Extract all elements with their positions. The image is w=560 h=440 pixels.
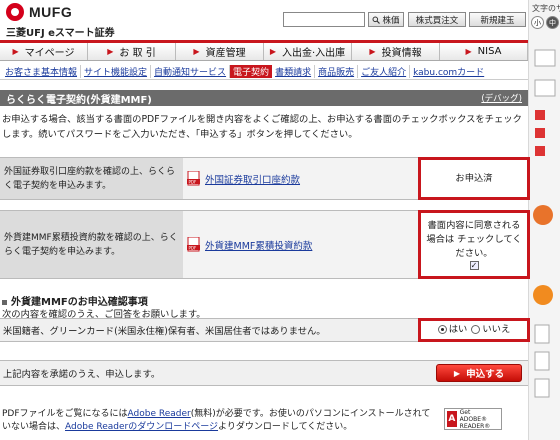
page-title: らくらく電子契約(外貨建MMF) xyxy=(6,94,152,106)
foreign-securities-agreement-link[interactable]: 外国証券取引口座約款 xyxy=(205,172,300,186)
nav-arrow-icon: ▶ xyxy=(269,47,276,56)
svg-text:PDF: PDF xyxy=(189,245,197,250)
nav-label: マイページ xyxy=(24,48,75,59)
svg-text:PDF: PDF xyxy=(189,179,197,184)
apply-button-label: 申込する xyxy=(466,369,505,380)
note-text: PDFファイルをご覧になるには xyxy=(2,409,128,419)
nav-label: 資産管理 xyxy=(205,48,246,59)
debug-link[interactable]: (デバッグ) xyxy=(481,92,522,104)
apply-text: 上記内容を承諾のうえ、申込します。 xyxy=(3,369,161,380)
subnav-referral[interactable]: ご友人紹介 xyxy=(358,64,411,78)
applied-status: お申込済 xyxy=(418,157,530,200)
adobe-reader-link[interactable]: Adobe Reader xyxy=(128,409,191,419)
nav-arrow-icon: ▶ xyxy=(107,47,114,56)
subnav-site-settings[interactable]: サイト機能設定 xyxy=(81,64,152,78)
nav-arrow-icon: ▶ xyxy=(465,47,472,56)
document-link-cell: PDF 外国証券取引口座約款 xyxy=(183,158,416,199)
radio-yes-circle xyxy=(437,325,447,334)
mufg-logo-icon xyxy=(6,3,24,21)
search-button-label: 株価 xyxy=(382,15,400,26)
mufg-logo[interactable]: MUFG xyxy=(6,3,72,21)
subnav-auto-notify[interactable]: 自動通知サービス xyxy=(151,64,231,78)
get-adobe-reader-badge[interactable]: A Get ADOBE® READER® xyxy=(444,408,502,430)
nav-nisa[interactable]: ▶ NISA xyxy=(440,43,528,60)
adobe-icon: A xyxy=(447,411,457,427)
brand-name: MUFG xyxy=(29,4,73,20)
nav-label: 投資情報 xyxy=(381,48,422,59)
sub-nav: お客さま基本情報 サイト機能設定 自動通知サービス 電子契約 書類請求 商品販売… xyxy=(0,63,528,80)
nav-arrow-icon: ▶ xyxy=(193,47,200,56)
nav-trade[interactable]: ▶ お 取 引 xyxy=(88,43,176,60)
right-side-panel: 文字のサ 小 中 xyxy=(528,0,560,440)
us-person-radio-group: はい いいえ xyxy=(418,318,530,342)
sub-brand: 三菱UFJ eスマート証券 xyxy=(6,28,115,39)
subnav-kabu-card[interactable]: kabu.comカード xyxy=(410,65,487,78)
header: MUFG 三菱UFJ eスマート証券 株価 株式買注文 新規建玉 xyxy=(0,0,528,40)
nav-label: 入出金·入出庫 xyxy=(281,48,346,59)
stock-search-input[interactable] xyxy=(283,12,365,27)
side-panel-icons xyxy=(533,49,556,398)
adobe-download-link[interactable]: Adobe Readerのダウンロードページ xyxy=(65,422,218,432)
consent-instruction: 書面内容に同意される場合は チェックしてください。 xyxy=(426,220,522,259)
us-person-question: 米国籍者、グリーンカード(米国永住権)保有者、米国居住者ではありません。 xyxy=(3,326,326,337)
arrow-right-icon: ▶ xyxy=(453,368,461,378)
radio-no[interactable]: いいえ xyxy=(471,323,510,337)
font-size-small[interactable]: 小 xyxy=(531,16,544,29)
radio-yes[interactable]: はい xyxy=(437,323,468,337)
nav-label: お 取 引 xyxy=(119,48,156,59)
nav-arrow-icon: ▶ xyxy=(12,47,19,56)
new-position-button[interactable]: 新規建玉 xyxy=(469,12,526,27)
bullet-icon xyxy=(2,299,7,305)
subnav-e-contract[interactable]: 電子契約 xyxy=(230,64,273,78)
nav-investment-info[interactable]: ▶ 投資情報 xyxy=(352,43,440,60)
subnav-document-request[interactable]: 書類請求 xyxy=(272,64,316,78)
search-icon xyxy=(372,16,381,24)
nav-deposit[interactable]: ▶ 入出金·入出庫 xyxy=(264,43,352,60)
foreign-mmf-agreement-link[interactable]: 外貨建MMF累積投資約款 xyxy=(205,238,312,252)
nav-label: NISA xyxy=(477,46,502,57)
radio-no-label: いいえ xyxy=(482,324,511,335)
font-size-medium[interactable]: 中 xyxy=(546,16,559,29)
stock-order-button[interactable]: 株式買注文 xyxy=(408,12,466,27)
apply-button[interactable]: ▶ 申込する xyxy=(436,364,522,382)
radio-yes-label: はい xyxy=(448,324,468,335)
consent-checkbox[interactable]: ✓ xyxy=(469,261,479,270)
nav-arrow-icon: ▶ xyxy=(369,47,376,56)
document-row-label: 外国証券取引口座約款を確認の上、らくらく電子契約を申込みます。 xyxy=(0,158,183,199)
radio-no-circle xyxy=(471,325,481,334)
badge-get: Get xyxy=(459,408,471,416)
intro-text: お申込する場合、該当する書面のPDFファイルを開き内容をよくご確認の上、お申込す… xyxy=(2,114,522,140)
font-size-switcher: 小 中 xyxy=(531,16,559,29)
document-link-cell: PDF 外貨建MMF累積投資約款 xyxy=(183,211,416,278)
adobe-reader-note: PDFファイルをご覧になるにはAdobe Reader(無料)が必要です。お使い… xyxy=(2,408,434,434)
badge-reader: ADOBE® READER® xyxy=(459,415,491,430)
pdf-icon: PDF xyxy=(187,237,200,252)
global-nav: ▶ マイページ ▶ お 取 引 ▶ 資産管理 ▶ 入出金·入出庫 ▶ 投資情報 ▶ NISA xyxy=(0,40,528,61)
page-title-bar: らくらく電子契約(外貨建MMF) (デバッグ) xyxy=(0,90,528,106)
subnav-products[interactable]: 商品販売 xyxy=(315,64,359,78)
stock-search-button[interactable]: 株価 xyxy=(368,12,404,27)
note-text: よりダウンロードしてください。 xyxy=(218,422,353,432)
document-row-label: 外貨建MMF累積投資約款を確認の上、らくらく電子契約を申込みます。 xyxy=(0,211,183,278)
consent-checkbox-cell: 書面内容に同意される場合は チェックしてください。 ✓ xyxy=(418,210,530,279)
nav-mypage[interactable]: ▶ マイページ xyxy=(0,43,88,60)
subnav-customer-info[interactable]: お客さま基本情報 xyxy=(2,64,82,78)
nav-assets[interactable]: ▶ 資産管理 xyxy=(176,43,264,60)
font-size-label: 文字のサ xyxy=(532,4,560,13)
pdf-icon: PDF xyxy=(187,171,200,186)
